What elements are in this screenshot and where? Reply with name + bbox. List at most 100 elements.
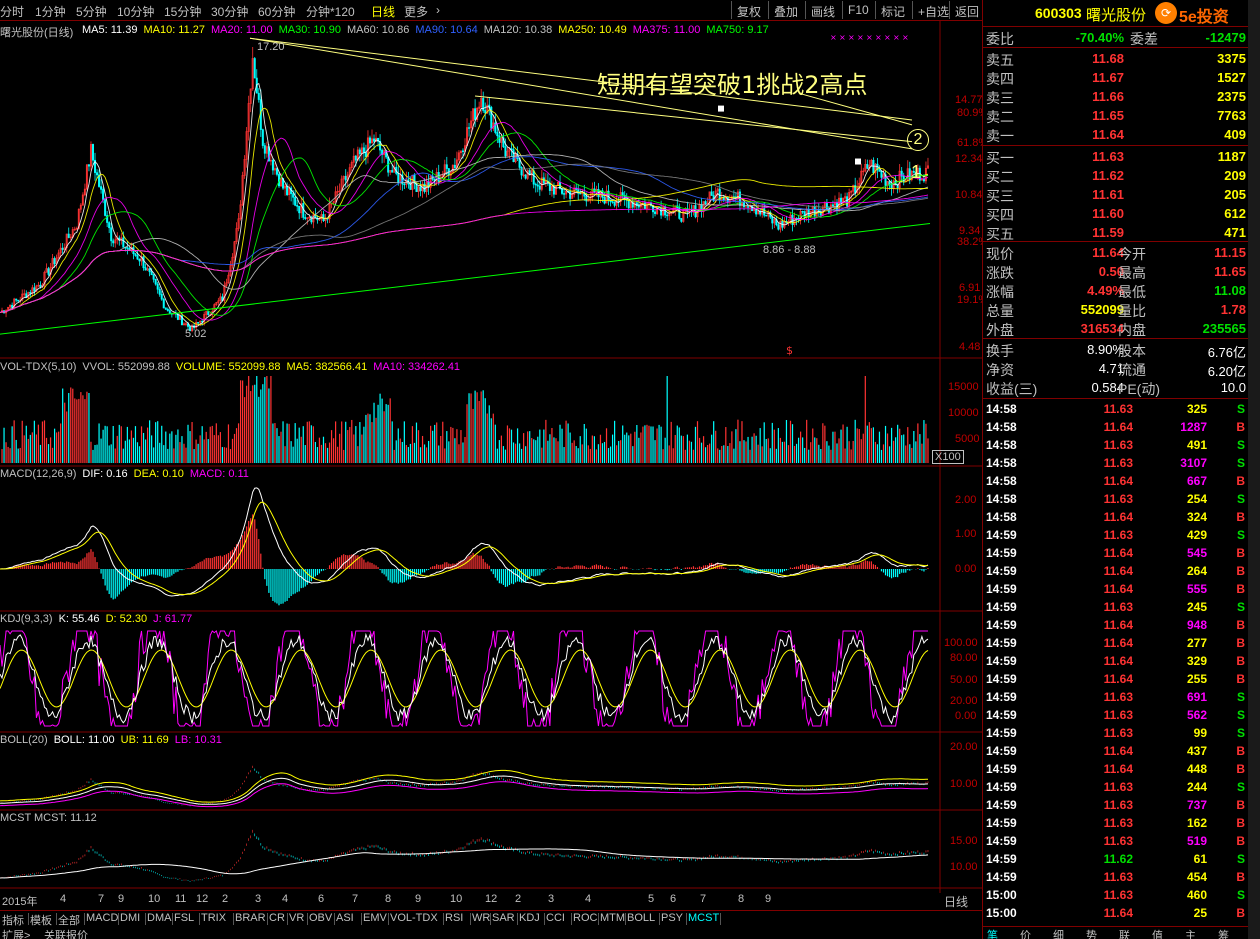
tab-15min[interactable]: 15分钟 — [164, 3, 201, 20]
panel-tab[interactable]: 联 — [1119, 927, 1130, 939]
indicator-tab[interactable]: BOLL — [627, 912, 655, 924]
indicator-tab[interactable]: CR — [269, 912, 285, 924]
tab-10min[interactable]: 10分钟 — [117, 3, 154, 20]
trade-price: 11.62 — [1103, 852, 1133, 866]
buy-order-row[interactable]: 买一 11.63 1187 — [983, 147, 1249, 166]
indicator-tab[interactable]: KDJ — [519, 912, 540, 924]
tab-divider — [233, 913, 234, 925]
tick-trade-row[interactable]: 14:59 11.64 277 B — [983, 634, 1249, 652]
buy-order-row[interactable]: 买三 11.61 205 — [983, 185, 1249, 204]
indicator-tab[interactable]: SAR — [492, 912, 515, 924]
back-button[interactable]: 返回 — [949, 1, 984, 19]
tick-trade-row[interactable]: 14:59 11.62 61 S — [983, 850, 1249, 868]
sell-order-row[interactable]: 卖五 11.68 3375 — [983, 49, 1249, 68]
sell-order-row[interactable]: 卖二 11.65 7763 — [983, 106, 1249, 125]
indicator-tab[interactable]: FSL — [174, 912, 194, 924]
tick-trade-row[interactable]: 14:59 11.64 329 B — [983, 652, 1249, 670]
panel-tab[interactable]: 主 — [1185, 927, 1196, 939]
panel-tab[interactable]: 势 — [1086, 927, 1097, 939]
adjust-button[interactable]: 复权 — [731, 1, 766, 19]
tick-trade-row[interactable]: 14:59 11.63 429 S — [983, 526, 1249, 544]
tick-trade-row[interactable]: 14:58 11.63 254 S — [983, 490, 1249, 508]
tick-trade-row[interactable]: 14:59 11.64 255 B — [983, 670, 1249, 688]
f10-button[interactable]: F10 — [842, 1, 874, 19]
tick-trade-row[interactable]: 14:59 11.63 162 B — [983, 814, 1249, 832]
indicator-tab[interactable]: VR — [289, 912, 304, 924]
tab-5min[interactable]: 5分钟 — [76, 3, 107, 20]
tick-trade-row[interactable]: 14:59 11.63 99 S — [983, 724, 1249, 742]
indicator-tab[interactable]: MTM — [600, 912, 625, 924]
tick-trade-row[interactable]: 15:00 11.63 460 S — [983, 886, 1249, 904]
indicator-tab[interactable]: TRIX — [201, 912, 226, 924]
tick-trade-row[interactable]: 14:59 11.64 264 B — [983, 562, 1249, 580]
tab-30min[interactable]: 30分钟 — [211, 3, 248, 20]
sell-order-row[interactable]: 卖一 11.64 409 — [983, 125, 1249, 144]
mark-button[interactable]: 标记 — [875, 1, 910, 19]
buy-order-row[interactable]: 买五 11.59 471 — [983, 223, 1249, 242]
indicator-tab[interactable]: OBV — [309, 912, 332, 924]
tick-trade-row[interactable]: 14:59 11.63 454 B — [983, 868, 1249, 886]
indicator-tab[interactable]: BRAR — [235, 912, 266, 924]
indicator-tab[interactable]: DMA — [147, 912, 171, 924]
tick-trade-row[interactable]: 14:59 11.64 948 B — [983, 616, 1249, 634]
panel-tab[interactable]: 笔 — [987, 927, 998, 939]
panel-tab[interactable]: 细 — [1053, 927, 1064, 939]
add-watchlist-button[interactable]: +自选 — [912, 1, 954, 19]
tick-trade-row[interactable]: 14:59 11.63 737 B — [983, 796, 1249, 814]
tick-trade-row[interactable]: 15:00 11.64 25 B — [983, 904, 1249, 922]
trade-side: S — [1236, 852, 1245, 866]
tick-trade-row[interactable]: 14:59 11.64 437 B — [983, 742, 1249, 760]
tick-trade-row[interactable]: 14:58 11.63 491 S — [983, 436, 1249, 454]
sell-order-row[interactable]: 卖四 11.67 1527 — [983, 68, 1249, 87]
tick-trade-row[interactable]: 14:59 11.63 691 S — [983, 688, 1249, 706]
tab-extend[interactable]: 扩展> — [2, 927, 30, 939]
tick-trade-row[interactable]: 14:59 11.64 448 B — [983, 760, 1249, 778]
panel-tab[interactable]: 价 — [1020, 927, 1031, 939]
trade-time: 14:59 — [986, 870, 1017, 884]
chart-canvas[interactable]: × × × × × × × × ×$ — [0, 21, 982, 893]
indicator-tab[interactable]: ASI — [336, 912, 354, 924]
indicator-tab[interactable]: VOL-TDX — [390, 912, 438, 924]
tab-intraday[interactable]: 分时 — [0, 3, 24, 20]
tick-trade-row[interactable]: 14:59 11.64 545 B — [983, 544, 1249, 562]
tick-trade-row[interactable]: 14:59 11.64 555 B — [983, 580, 1249, 598]
tab-1min[interactable]: 1分钟 — [35, 3, 66, 20]
tick-trade-row[interactable]: 14:59 11.63 562 S — [983, 706, 1249, 724]
tick-trade-row[interactable]: 14:59 11.63 244 S — [983, 778, 1249, 796]
tab-120min[interactable]: 分钟*120 — [306, 3, 355, 20]
tick-trade-row[interactable]: 14:59 11.63 519 B — [983, 832, 1249, 850]
scrollbar[interactable] — [1248, 0, 1260, 939]
buy-order-row[interactable]: 买二 11.62 209 — [983, 166, 1249, 185]
buy-order-row[interactable]: 买四 11.60 612 — [983, 204, 1249, 223]
indicator-tab[interactable]: 全部 — [58, 912, 80, 928]
tab-more[interactable]: 更多 — [404, 3, 428, 20]
tick-trade-row[interactable]: 14:58 11.64 324 B — [983, 508, 1249, 526]
indicator-tab[interactable]: EMV — [363, 912, 387, 924]
indicator-tab[interactable]: WR — [472, 912, 490, 924]
indicator-tab[interactable]: PSY — [661, 912, 683, 924]
tab-daily[interactable]: 日线 — [371, 3, 395, 20]
panel-tab[interactable]: 筹 — [1218, 927, 1229, 939]
tick-trade-row[interactable]: 14:58 11.64 667 B — [983, 472, 1249, 490]
indicator-tab[interactable]: MACD — [86, 912, 118, 924]
tab-60min[interactable]: 60分钟 — [258, 3, 295, 20]
draw-button[interactable]: 画线 — [805, 1, 840, 19]
chevron-right-icon[interactable]: › — [436, 3, 440, 17]
indicator-tab[interactable]: CCI — [546, 912, 565, 924]
indicator-tab[interactable]: ROC — [573, 912, 597, 924]
panel-tab[interactable]: 值 — [1152, 927, 1163, 939]
kline-chart-area[interactable]: × × × × × × × × × $ 曙光股份(日线) MA5: 11.39 MA10: 11.2… — [0, 21, 988, 909]
overlay-button[interactable]: 叠加 — [768, 1, 803, 19]
indicator-tab[interactable]: RSI — [445, 912, 463, 924]
indicator-tab[interactable]: 模板 — [30, 912, 52, 928]
tick-trade-row[interactable]: 14:58 11.64 1287 B — [983, 418, 1249, 436]
sell-order-row[interactable]: 卖三 11.66 2375 — [983, 87, 1249, 106]
candle-body — [484, 110, 487, 114]
indicator-tab[interactable]: DMI — [120, 912, 140, 924]
indicator-tab[interactable]: 指标 — [2, 912, 24, 928]
tick-trade-row[interactable]: 14:58 11.63 3107 S — [983, 454, 1249, 472]
tab-related-quotes[interactable]: 关联报价 — [44, 927, 88, 939]
tick-trade-row[interactable]: 14:59 11.63 245 S — [983, 598, 1249, 616]
tick-trade-row[interactable]: 14:58 11.63 325 S — [983, 400, 1249, 418]
indicator-tab[interactable]: MCST — [688, 912, 719, 924]
